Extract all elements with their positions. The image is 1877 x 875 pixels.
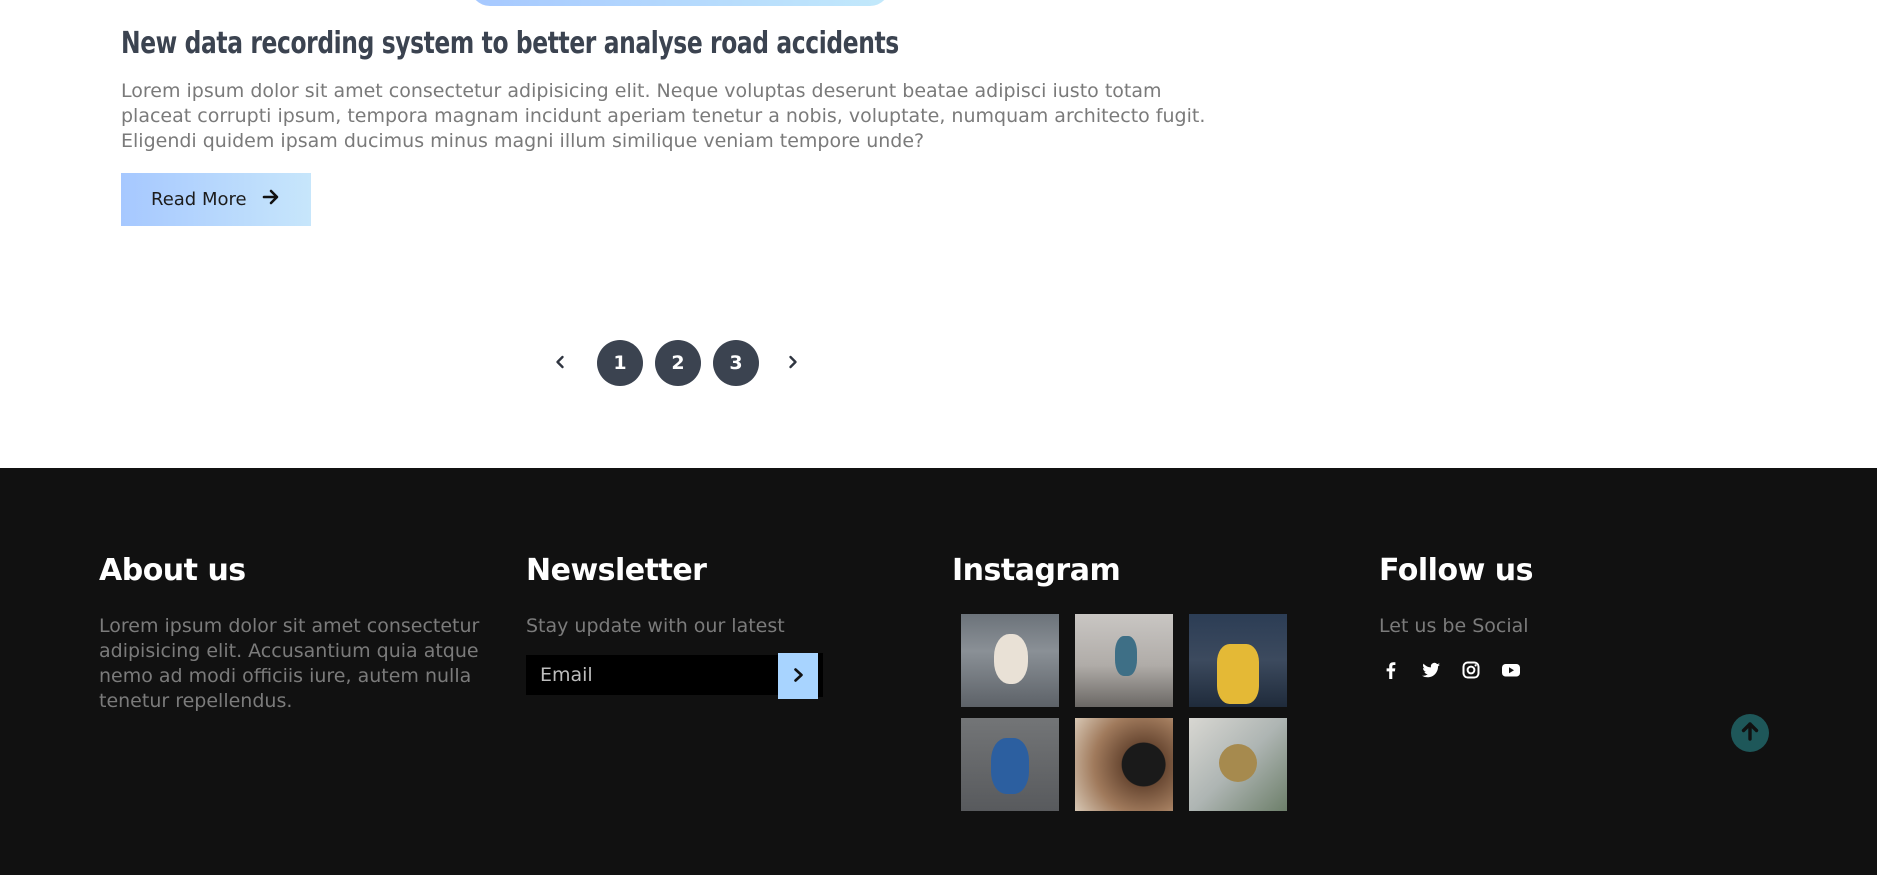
- about-text: Lorem ipsum dolor sit amet consectetur a…: [99, 615, 480, 712]
- back-to-top-button[interactable]: [1731, 714, 1769, 752]
- twitter-icon[interactable]: [1419, 658, 1443, 682]
- post-title[interactable]: New data recording system to better anal…: [121, 26, 995, 61]
- facebook-icon[interactable]: [1379, 658, 1403, 682]
- pagination-page-3[interactable]: 3: [713, 340, 759, 386]
- footer-about: About us Lorem ipsum dolor sit amet cons…: [99, 553, 494, 714]
- youtube-icon[interactable]: [1499, 658, 1523, 682]
- instagram-photo-man-yellow-sweater[interactable]: [1189, 614, 1287, 707]
- instagram-photo-compass[interactable]: [1189, 718, 1287, 811]
- arrow-up-icon: [1738, 719, 1762, 747]
- newsletter-heading: Newsletter: [526, 553, 707, 588]
- site-footer: About us Lorem ipsum dolor sit amet cons…: [0, 468, 1877, 875]
- email-field-edge: [818, 653, 823, 697]
- blog-post: New data recording system to better anal…: [121, 26, 1241, 226]
- newsletter-submit-button[interactable]: [778, 653, 818, 699]
- social-links: [1379, 658, 1679, 682]
- pagination-page-2[interactable]: 2: [655, 340, 701, 386]
- chevron-right-icon: [786, 354, 800, 373]
- newsletter-form: [526, 653, 826, 699]
- email-input[interactable]: [526, 655, 778, 695]
- pagination-page-1[interactable]: 1: [597, 340, 643, 386]
- instagram-photo-camera[interactable]: [1075, 718, 1173, 811]
- instagram-gallery: [961, 614, 1312, 811]
- instagram-photo-blue-car[interactable]: [961, 718, 1059, 811]
- chevron-right-icon: [790, 667, 806, 686]
- arrow-right-icon: [261, 187, 281, 212]
- pagination: 1 2 3: [548, 340, 805, 386]
- footer-follow: Follow us Let us be Social: [1379, 553, 1679, 682]
- read-more-label: Read More: [151, 189, 247, 210]
- instagram-heading: Instagram: [952, 553, 1121, 588]
- post-image-edge: [470, 0, 890, 6]
- footer-instagram: Instagram: [952, 553, 1312, 811]
- chevron-left-icon: [553, 354, 567, 373]
- about-heading: About us: [99, 553, 246, 588]
- read-more-button[interactable]: Read More: [121, 173, 311, 226]
- newsletter-text: Stay update with our latest: [526, 615, 785, 637]
- instagram-photo-woman-sitting[interactable]: [1075, 614, 1173, 707]
- post-excerpt: Lorem ipsum dolor sit amet consectetur a…: [121, 80, 1206, 152]
- follow-text: Let us be Social: [1379, 615, 1529, 637]
- pagination-next-button[interactable]: [781, 340, 805, 386]
- footer-newsletter: Newsletter Stay update with our latest: [526, 553, 826, 699]
- instagram-photo-dog[interactable]: [961, 614, 1059, 707]
- instagram-icon[interactable]: [1459, 658, 1483, 682]
- pagination-prev-button[interactable]: [548, 340, 572, 386]
- follow-heading: Follow us: [1379, 553, 1533, 588]
